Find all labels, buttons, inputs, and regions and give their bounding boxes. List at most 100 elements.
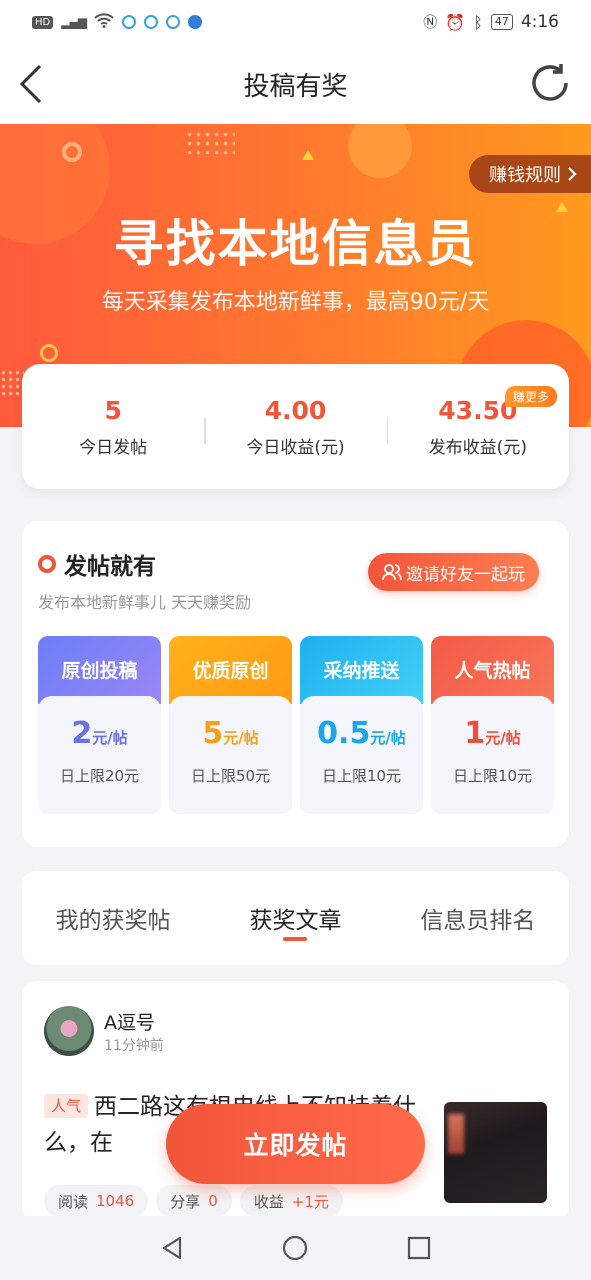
decor-dots [185,130,235,158]
tier-price: 1元/帖 [431,716,554,751]
reward-tiers: 原创投稿 2元/帖 日上限20元 优质原创 5元/帖 日上限50元 采纳推送 0… [38,636,554,814]
tier-price: 2元/帖 [38,716,161,751]
section-subtitle: 发布本地新鲜事儿 天天赚奖励 [38,593,252,612]
stat-label: 今日发帖 [79,437,148,458]
banner-subtitle: 每天采集发布本地新鲜事，最高90元/天 [101,290,490,315]
chip-label: 分享 [170,1192,201,1211]
tier-price: 0.5元/帖 [300,716,423,751]
stat-today-earnings[interactable]: 4.00 今日收益(元) [204,364,386,489]
battery-icon: 47 [490,14,513,30]
wifi-icon [94,12,114,32]
tab-my-awarded-posts[interactable]: 我的获奖帖 [22,871,204,965]
tier-unit: 元/帖 [223,729,259,747]
tier-body: 1元/帖 日上限10元 [431,696,554,814]
tier-limit: 日上限20元 [59,767,140,785]
tier-unit: 元/帖 [485,729,521,747]
earning-rules-button[interactable]: 赚钱规则 [469,155,591,193]
chip-value: +1元 [291,1192,329,1211]
app-notification-icon [121,15,136,29]
bluetooth-icon: ᛒ [473,12,483,32]
tier-body: 5元/帖 日上限50元 [169,696,292,814]
divider [386,418,389,444]
status-bar: HD ▂▄▆ Ⓝ ⏰ ᛒ 47 4:16 [0,0,591,44]
tier-amount: 2 [71,716,93,751]
tier-limit: 日上限10元 [321,767,402,785]
stats-card: 5 今日发帖 4.00 今日收益(元) 赚更多 43.50 发布收益(元) [22,364,569,489]
nav-recents-icon[interactable] [405,1234,433,1262]
tab-label: 信息员排名 [420,908,536,934]
tier-limit: 日上限50元 [190,767,271,785]
users-icon [382,564,402,581]
chip-value: 1046 [96,1192,135,1210]
post-rewards-card: 发帖就有 发布本地新鲜事儿 天天赚奖励 邀请好友一起玩 原创投稿 2元/帖 日上… [22,521,569,847]
decor-triangle [302,150,314,160]
popular-tag: 人气 [44,1094,89,1118]
chip-label: 阅读 [58,1192,89,1211]
nav-home-icon[interactable] [281,1234,309,1262]
tier-amount: 0.5 [317,716,371,751]
tier-unit: 元/帖 [370,729,406,747]
stat-post-earnings[interactable]: 赚更多 43.50 发布收益(元) [386,364,569,489]
read-count-chip: 阅读 1046 [44,1185,149,1217]
signal-icon: ▂▄▆ [61,15,87,29]
app-notification-icon [143,15,158,29]
tab-awarded-articles[interactable]: 获奖文章 [204,871,386,965]
status-time: 4:16 [520,12,559,32]
back-button[interactable] [16,62,56,106]
active-tab-indicator [283,937,308,941]
decor-ring [40,344,58,362]
share-count-chip: 分享 0 [156,1185,232,1217]
tier-popular-post[interactable]: 人气热帖 1元/帖 日上限10元 [431,636,554,814]
tier-price: 5元/帖 [169,716,292,751]
tier-body: 0.5元/帖 日上限10元 [300,696,423,814]
tier-amount: 5 [202,716,224,751]
status-right: Ⓝ ⏰ ᛒ 47 4:16 [423,12,559,32]
tier-header: 优质原创 [169,636,292,704]
decor-circle [348,124,412,178]
divider [204,418,206,444]
post-now-button[interactable]: 立即发帖 [166,1104,425,1184]
nav-back-icon[interactable] [158,1234,186,1262]
hd-badge: HD [32,15,54,29]
author-name[interactable]: A逗号 [104,1008,155,1035]
system-nav-bar [0,1216,591,1280]
invite-friends-button[interactable]: 邀请好友一起玩 [368,553,539,591]
banner-title: 寻找本地信息员 [113,215,478,273]
earnings-chip: 收益 +1元 [239,1185,343,1217]
chip-value: 0 [208,1192,218,1210]
stat-today-posts[interactable]: 5 今日发帖 [22,364,204,489]
refresh-icon [532,64,568,101]
decor-dots [0,369,24,397]
app-notification-icon [165,15,180,29]
back-arrow-icon [19,64,42,104]
tier-original-post[interactable]: 原创投稿 2元/帖 日上限20元 [38,636,161,814]
content-tabs: 我的获奖帖 获奖文章 信息员排名 [22,871,569,965]
article-thumbnail[interactable] [444,1102,547,1203]
tier-adopted-push[interactable]: 采纳推送 0.5元/帖 日上限10元 [300,636,423,814]
app-notification-icon [187,15,202,29]
nfc-icon: Ⓝ [423,15,438,31]
thumbnail-light [448,1114,464,1154]
article-card[interactable]: A逗号 11分钟前 人气西二路这有根电线上不知挂着什么，在 阅读1046 分享0… [22,981,569,1221]
avatar[interactable] [44,1006,94,1056]
article-stats: 阅读 1046 分享 0 收益 +1元 [44,1185,343,1217]
tab-reporter-ranking[interactable]: 信息员排名 [387,871,569,965]
stat-value: 5 [104,395,122,425]
chip-label: 收益 [253,1192,284,1211]
stat-value: 4.00 [264,395,327,425]
alarm-icon: ⏰ [445,12,466,32]
tab-label: 获奖文章 [249,908,342,934]
tier-header: 人气热帖 [431,636,554,704]
tier-limit: 日上限10元 [452,767,533,785]
tier-quality-original[interactable]: 优质原创 5元/帖 日上限50元 [169,636,292,814]
stat-label: 发布收益(元) [428,437,527,458]
chevron-right-icon [568,167,577,181]
earning-rules-label: 赚钱规则 [489,165,561,186]
refresh-button[interactable] [527,60,573,106]
tier-body: 2元/帖 日上限20元 [38,696,161,814]
page-title: 投稿有奖 [243,71,348,102]
bullet-ring-icon [38,555,56,573]
earn-more-badge[interactable]: 赚更多 [504,386,557,407]
tier-header: 采纳推送 [300,636,423,704]
section-title-text: 发帖就有 [64,554,156,580]
